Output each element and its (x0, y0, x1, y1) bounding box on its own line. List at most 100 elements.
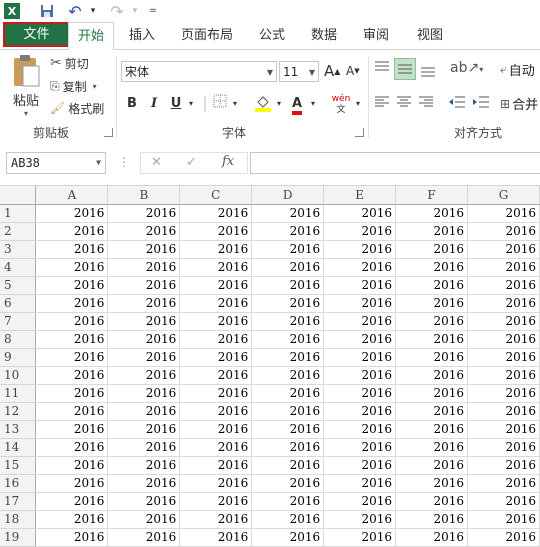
cell-e10[interactable]: 2016 (323, 366, 397, 385)
grow-font-button[interactable]: A ▲ (324, 62, 340, 80)
cell-e13[interactable]: 2016 (323, 420, 397, 439)
border-button[interactable] (211, 94, 229, 114)
cell-c2[interactable]: 2016 (179, 222, 253, 241)
cell-f14[interactable]: 2016 (395, 438, 468, 457)
cell-a17[interactable]: 2016 (35, 492, 109, 511)
cell-e3[interactable]: 2016 (323, 240, 397, 259)
cell-f5[interactable]: 2016 (395, 276, 468, 295)
align-center-button[interactable] (396, 94, 412, 112)
row-header[interactable]: 9 (0, 348, 37, 367)
cell-f8[interactable]: 2016 (395, 330, 468, 349)
cell-a1[interactable]: 2016 (35, 204, 109, 223)
cell-d10[interactable]: 2016 (251, 366, 325, 385)
row-header[interactable]: 12 (0, 402, 37, 421)
tab-insert[interactable]: 插入 (120, 22, 164, 49)
cell-b6[interactable]: 2016 (107, 294, 181, 313)
redo-dropdown-icon[interactable]: ▾ (126, 2, 144, 20)
cell-f3[interactable]: 2016 (395, 240, 468, 259)
cell-b10[interactable]: 2016 (107, 366, 181, 385)
cancel-icon[interactable]: ✕ (151, 155, 162, 170)
cell-c4[interactable]: 2016 (179, 258, 253, 277)
cell-c9[interactable]: 2016 (179, 348, 253, 367)
cell-d2[interactable]: 2016 (251, 222, 325, 241)
column-header-b[interactable]: B (107, 186, 181, 205)
cell-e8[interactable]: 2016 (323, 330, 397, 349)
row-header[interactable]: 3 (0, 240, 37, 259)
cell-d19[interactable]: 2016 (251, 528, 325, 547)
cell-b17[interactable]: 2016 (107, 492, 181, 511)
bold-button[interactable]: B (124, 94, 140, 114)
cell-a10[interactable]: 2016 (35, 366, 109, 385)
cell-e1[interactable]: 2016 (323, 204, 397, 223)
font-color-button[interactable]: A (288, 94, 306, 115)
cell-g7[interactable]: 2016 (467, 312, 540, 331)
cell-e16[interactable]: 2016 (323, 474, 397, 493)
cell-f18[interactable]: 2016 (395, 510, 468, 529)
tab-data[interactable]: 数据 (302, 22, 346, 49)
cell-a3[interactable]: 2016 (35, 240, 109, 259)
cell-b8[interactable]: 2016 (107, 330, 181, 349)
cell-g19[interactable]: 2016 (467, 528, 540, 547)
row-header[interactable]: 15 (0, 456, 37, 475)
cell-c15[interactable]: 2016 (179, 456, 253, 475)
cell-d16[interactable]: 2016 (251, 474, 325, 493)
cell-b16[interactable]: 2016 (107, 474, 181, 493)
cell-a18[interactable]: 2016 (35, 510, 109, 529)
row-header[interactable]: 5 (0, 276, 37, 295)
cell-c19[interactable]: 2016 (179, 528, 253, 547)
cell-c16[interactable]: 2016 (179, 474, 253, 493)
tab-formulas[interactable]: 公式 (250, 22, 294, 49)
cell-d8[interactable]: 2016 (251, 330, 325, 349)
cell-g4[interactable]: 2016 (467, 258, 540, 277)
cell-a11[interactable]: 2016 (35, 384, 109, 403)
merge-center-button[interactable]: ⊞ 合并 (500, 94, 538, 114)
cell-b14[interactable]: 2016 (107, 438, 181, 457)
align-middle-button[interactable] (394, 58, 416, 80)
cell-d11[interactable]: 2016 (251, 384, 325, 403)
cell-f7[interactable]: 2016 (395, 312, 468, 331)
cell-f1[interactable]: 2016 (395, 204, 468, 223)
italic-button[interactable]: I (146, 94, 162, 114)
row-header[interactable]: 8 (0, 330, 37, 349)
cell-f17[interactable]: 2016 (395, 492, 468, 511)
column-header-c[interactable]: C (179, 186, 253, 205)
cell-f11[interactable]: 2016 (395, 384, 468, 403)
cell-e2[interactable]: 2016 (323, 222, 397, 241)
align-right-button[interactable] (418, 94, 434, 112)
cell-g13[interactable]: 2016 (467, 420, 540, 439)
cell-e19[interactable]: 2016 (323, 528, 397, 547)
cell-g14[interactable]: 2016 (467, 438, 540, 457)
cell-a8[interactable]: 2016 (35, 330, 109, 349)
align-bottom-button[interactable] (419, 58, 437, 80)
cell-c18[interactable]: 2016 (179, 510, 253, 529)
cell-b7[interactable]: 2016 (107, 312, 181, 331)
undo-icon[interactable]: ↶ (66, 2, 84, 21)
cell-b1[interactable]: 2016 (107, 204, 181, 223)
cell-a2[interactable]: 2016 (35, 222, 109, 241)
cell-b9[interactable]: 2016 (107, 348, 181, 367)
tab-file[interactable]: 文件 (3, 22, 70, 47)
cell-e4[interactable]: 2016 (323, 258, 397, 277)
row-header[interactable]: 18 (0, 510, 37, 529)
cell-g15[interactable]: 2016 (467, 456, 540, 475)
cell-g18[interactable]: 2016 (467, 510, 540, 529)
wrap-text-button[interactable]: ⤶ 自动 (500, 60, 535, 79)
cell-e7[interactable]: 2016 (323, 312, 397, 331)
cell-b4[interactable]: 2016 (107, 258, 181, 277)
shrink-font-button[interactable]: A ▼ (346, 64, 360, 78)
cell-f13[interactable]: 2016 (395, 420, 468, 439)
column-header-d[interactable]: D (251, 186, 325, 205)
cell-c6[interactable]: 2016 (179, 294, 253, 313)
cell-c1[interactable]: 2016 (179, 204, 253, 223)
cell-b2[interactable]: 2016 (107, 222, 181, 241)
cell-f6[interactable]: 2016 (395, 294, 468, 313)
font-launcher-icon[interactable] (355, 128, 364, 137)
cell-d4[interactable]: 2016 (251, 258, 325, 277)
cell-g16[interactable]: 2016 (467, 474, 540, 493)
formula-input[interactable] (250, 152, 540, 174)
row-header[interactable]: 19 (0, 528, 37, 547)
redo-icon[interactable]: ↷ (108, 2, 126, 21)
cell-b15[interactable]: 2016 (107, 456, 181, 475)
row-header[interactable]: 4 (0, 258, 37, 277)
row-header[interactable]: 14 (0, 438, 37, 457)
